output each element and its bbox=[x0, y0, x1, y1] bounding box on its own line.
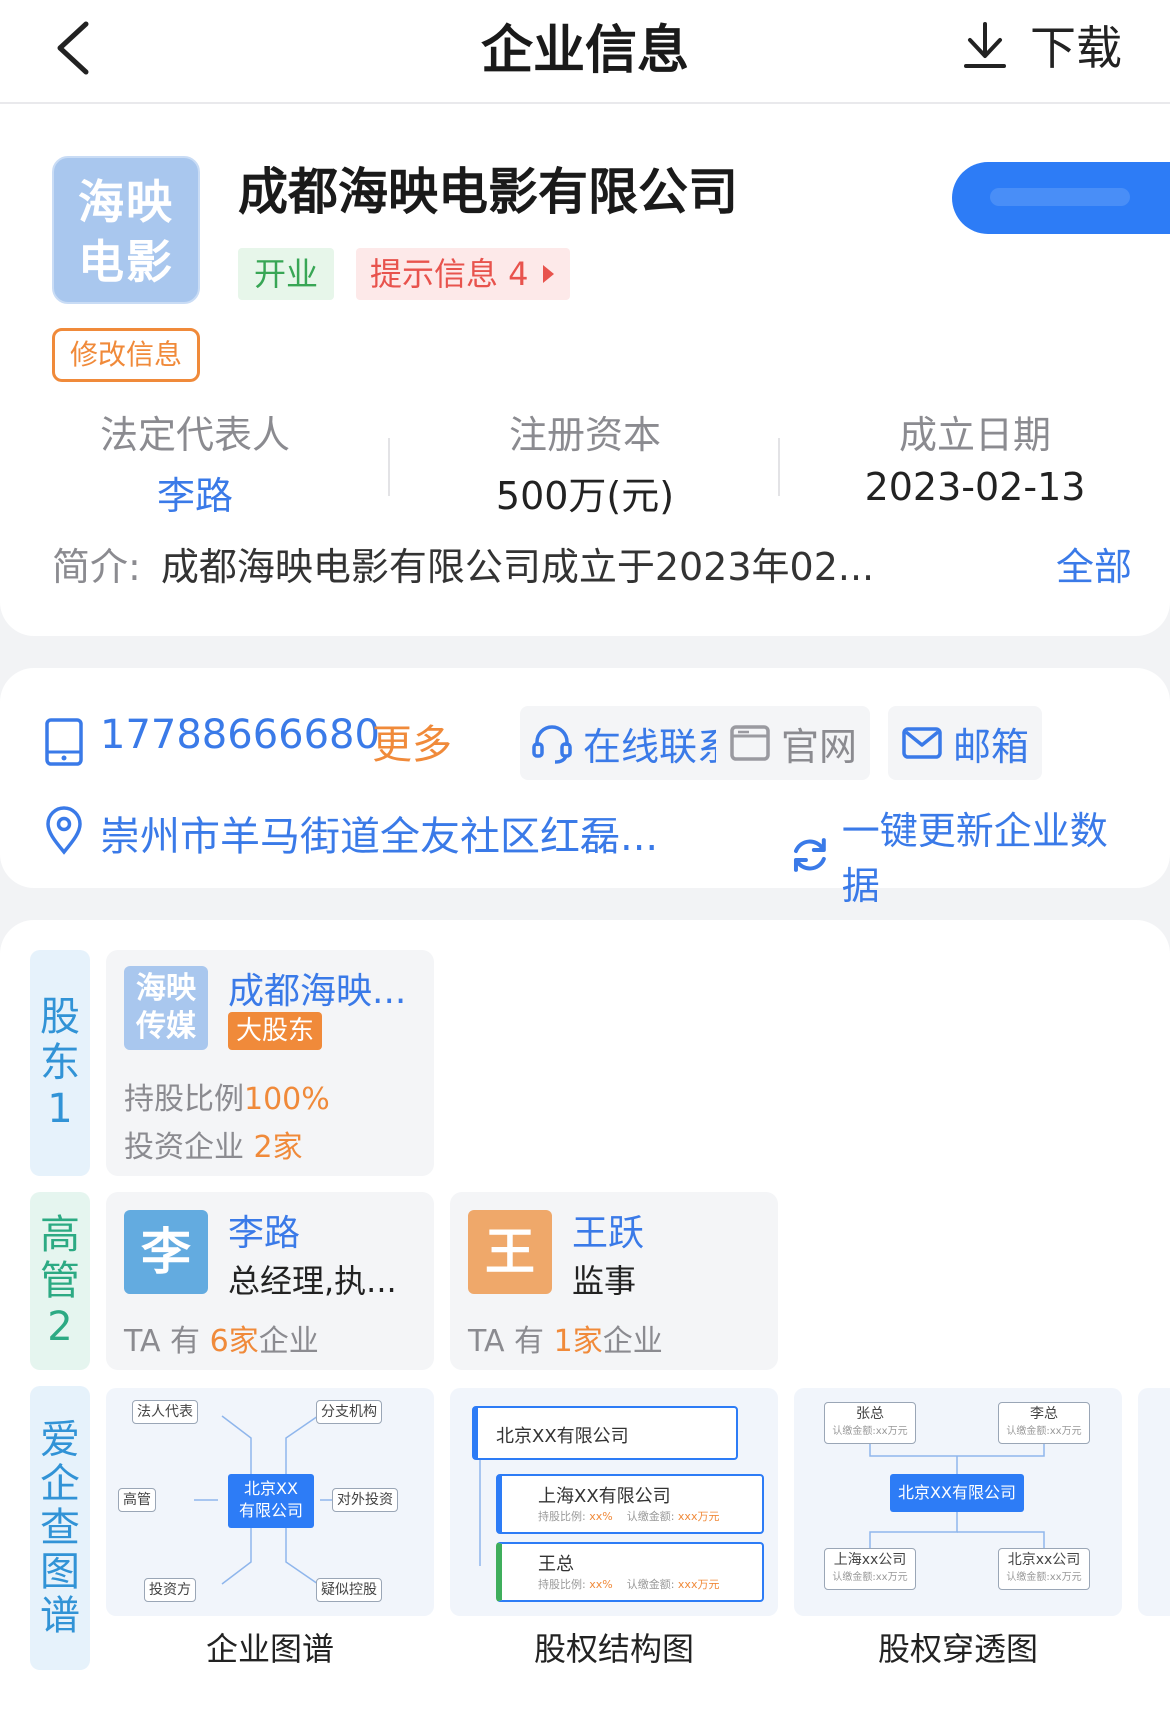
online-contact-button[interactable]: 在线联系 bbox=[520, 706, 746, 780]
intro-text: 成都海映电影有限公司成立于2023年02... bbox=[160, 545, 875, 589]
stat-legal-rep[interactable]: 法定代表人 李路 bbox=[0, 404, 390, 520]
stat-registered-capital: 注册资本 500万(元) bbox=[495, 413, 675, 518]
graph-node: 法人代表 bbox=[132, 1400, 198, 1424]
key-stats: 法定代表人 李路 注册资本 500万(元) 成立日期 2023-02-13 bbox=[0, 404, 1170, 518]
penetration-node: 上海xx公司 认缴金额:xx万元 bbox=[824, 1548, 916, 1590]
intro-all-link[interactable]: 全部 bbox=[1056, 536, 1132, 591]
enterprise-graph-label[interactable]: 企业图谱 bbox=[106, 1624, 434, 1670]
shareholder-logo: 海映 传媒 bbox=[124, 966, 208, 1050]
phone-number[interactable]: 17788666680 bbox=[100, 712, 380, 758]
back-button[interactable] bbox=[52, 10, 112, 80]
penetration-node: 李总 认缴金额:xx万元 bbox=[998, 1402, 1090, 1444]
holding-ratio: 持股比例100% bbox=[124, 1082, 330, 1117]
graph-node: 分支机构 bbox=[316, 1400, 382, 1424]
related-companies: TA 有 1家企业 bbox=[468, 1324, 663, 1359]
avatar: 王 bbox=[468, 1210, 552, 1294]
executive-role: 监事 bbox=[572, 1262, 637, 1300]
address-row: 崇州市羊马街道全友社区红磊... 一键更新企业数据 bbox=[44, 796, 1144, 908]
chevron-left-icon bbox=[57, 21, 89, 75]
structure-company-node: 上海XX有限公司 持股比例: xx% 认缴金额: xxx万元 bbox=[496, 1474, 764, 1534]
refresh-icon bbox=[793, 838, 826, 872]
executive-role: 总经理,执... bbox=[228, 1262, 397, 1300]
header-bar: 企业信息 下载 bbox=[0, 0, 1170, 104]
follow-button[interactable] bbox=[952, 162, 1170, 234]
executive-card[interactable]: 王 王跃 监事 TA 有 1家企业 bbox=[450, 1192, 778, 1370]
penetration-node: 张总 认缴金额:xx万元 bbox=[824, 1402, 916, 1444]
company-name: 成都海映电影有限公司 bbox=[238, 163, 738, 221]
equity-structure-thumbnail[interactable]: 北京XX有限公司 上海XX有限公司 持股比例: xx% 认缴金额: xxx万元 … bbox=[450, 1388, 778, 1616]
tab-graphs[interactable]: 爱 企 查 图 谱 bbox=[30, 1386, 90, 1670]
graph-center-node: 北京XX 有限公司 bbox=[228, 1474, 314, 1528]
equity-penetration-label[interactable]: 股权穿透图 bbox=[794, 1624, 1122, 1670]
browser-icon bbox=[730, 725, 770, 761]
contact-row: 17788666680 更多 在线联系 官网 邮箱 bbox=[44, 706, 1144, 780]
status-badge: 开业 bbox=[238, 248, 334, 300]
update-data-button[interactable]: 一键更新企业数据 bbox=[790, 800, 1144, 910]
company-logo: 海映 电影 bbox=[52, 156, 200, 304]
location-pin-icon bbox=[46, 806, 82, 855]
modify-info-button[interactable]: 修改信息 bbox=[52, 328, 200, 382]
graph-node: 对外投资 bbox=[332, 1488, 398, 1512]
tip-info-badge[interactable]: 提示信息 4 bbox=[356, 248, 570, 300]
equity-penetration-thumbnail[interactable]: 张总 认缴金额:xx万元 李总 认缴金额:xx万元 北京XX有限公司 上海xx公… bbox=[794, 1388, 1122, 1616]
related-companies: TA 有 6家企业 bbox=[124, 1324, 319, 1359]
headset-icon bbox=[532, 725, 572, 764]
invested-companies: 投资企业 2家 bbox=[124, 1130, 303, 1165]
next-graph-thumbnail[interactable] bbox=[1138, 1388, 1170, 1616]
graph-node: 投资方 bbox=[144, 1578, 196, 1602]
tab-shareholders[interactable]: 股 东 1 bbox=[30, 950, 90, 1176]
caret-right-icon bbox=[543, 265, 554, 283]
enterprise-graph-thumbnail[interactable]: 法人代表 分支机构 高管 对外投资 投资方 疑似控股 北京XX 有限公司 bbox=[106, 1388, 434, 1616]
address-link[interactable]: 崇州市羊马街道全友社区红磊... bbox=[100, 804, 658, 862]
email-button[interactable]: 邮箱 bbox=[888, 706, 1042, 780]
download-button[interactable]: 下载 bbox=[962, 10, 1122, 80]
website-button[interactable]: 官网 bbox=[716, 706, 870, 780]
download-label: 下载 bbox=[1030, 21, 1122, 75]
tab-executives[interactable]: 高 管 2 bbox=[30, 1192, 90, 1370]
shareholder-name[interactable]: 成都海映... bbox=[228, 962, 406, 1014]
equity-structure-label[interactable]: 股权结构图 bbox=[450, 1624, 778, 1670]
mail-icon bbox=[902, 727, 942, 759]
major-shareholder-badge: 大股东 bbox=[228, 1012, 323, 1050]
executive-name[interactable]: 王跃 bbox=[572, 1204, 644, 1256]
intro-label: 简介: bbox=[52, 545, 141, 589]
download-icon bbox=[964, 22, 1006, 68]
contact-card: 17788666680 更多 在线联系 官网 邮箱 崇州市羊马街道全友社区红磊.… bbox=[0, 668, 1170, 908]
graph-node: 疑似控股 bbox=[316, 1578, 382, 1602]
executive-card[interactable]: 李 李路 总经理,执... TA 有 6家企业 bbox=[106, 1192, 434, 1370]
phone-icon bbox=[45, 718, 83, 766]
shareholder-card[interactable]: 海映 传媒 成都海映... 大股东 持股比例100% 投资企业 2家 bbox=[106, 950, 434, 1176]
company-intro: 简介: 成都海映电影有限公司成立于2023年02... 全部 bbox=[52, 536, 1132, 591]
blurred-label bbox=[990, 188, 1130, 206]
graph-node: 高管 bbox=[118, 1488, 156, 1512]
penetration-node: 北京xx公司 认缴金额:xx万元 bbox=[998, 1548, 1090, 1590]
penetration-center-node: 北京XX有限公司 bbox=[890, 1474, 1024, 1512]
executive-name[interactable]: 李路 bbox=[228, 1204, 300, 1256]
stat-founded-date: 成立日期 2023-02-13 bbox=[864, 413, 1086, 509]
avatar: 李 bbox=[124, 1210, 208, 1294]
structure-person-node: 王总 持股比例: xx% 认缴金额: xxx万元 bbox=[496, 1542, 764, 1602]
structure-root-node: 北京XX有限公司 bbox=[472, 1406, 738, 1460]
more-phones-link[interactable]: 更多 bbox=[372, 712, 452, 770]
company-summary-card: 海映 电影 成都海映电影有限公司 开业 提示信息 4 修改信息 法定代表人 李路… bbox=[0, 104, 1170, 636]
